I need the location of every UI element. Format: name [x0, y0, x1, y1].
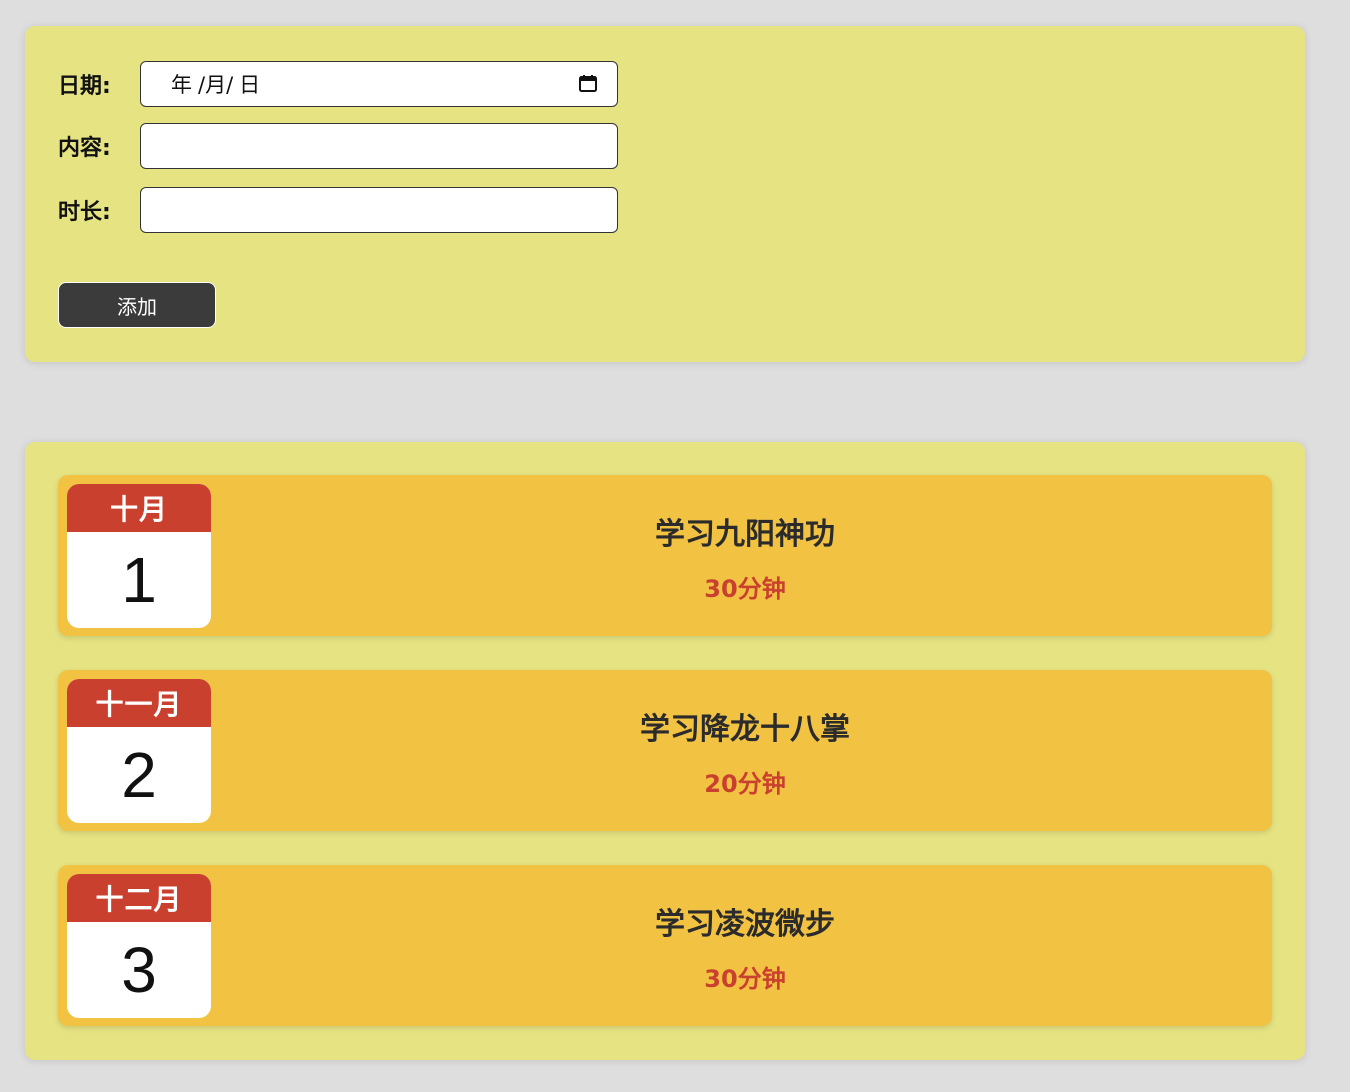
- task-title: 学习凌波微步: [655, 907, 835, 942]
- task-card: 十一月 2 学习降龙十八掌 20分钟: [58, 670, 1272, 831]
- badge-month: 十二月: [67, 874, 211, 922]
- task-title: 学习降龙十八掌: [640, 712, 850, 747]
- task-title: 学习九阳神功: [655, 517, 835, 552]
- date-month-segment[interactable]: /月/: [198, 69, 233, 99]
- task-card: 十月 1 学习九阳神功 30分钟: [58, 475, 1272, 636]
- content-input[interactable]: [140, 123, 618, 169]
- badge-month: 十月: [67, 484, 211, 532]
- task-duration: 30分钟: [704, 575, 786, 603]
- date-day-segment[interactable]: 日: [239, 69, 260, 99]
- duration-input[interactable]: [140, 187, 618, 233]
- duration-row: 时长:: [58, 186, 618, 234]
- date-year-segment[interactable]: 年: [171, 69, 192, 99]
- duration-label: 时长:: [58, 200, 111, 225]
- task-body: 学习凌波微步 30分钟: [218, 865, 1272, 1026]
- badge-month: 十一月: [67, 679, 211, 727]
- calendar-date-badge: 十一月 2: [67, 679, 211, 823]
- date-placeholder: 年 /月/ 日: [171, 69, 260, 99]
- task-card: 十二月 3 学习凌波微步 30分钟: [58, 865, 1272, 1026]
- task-duration: 20分钟: [704, 770, 786, 798]
- task-body: 学习降龙十八掌 20分钟: [218, 670, 1272, 831]
- date-input[interactable]: 年 /月/ 日: [140, 61, 618, 107]
- calendar-date-badge: 十二月 3: [67, 874, 211, 1018]
- date-row: 日期: 年 /月/ 日: [58, 60, 618, 108]
- badge-day: 1: [121, 544, 157, 616]
- calendar-date-badge: 十月 1: [67, 484, 211, 628]
- task-duration: 30分钟: [704, 965, 786, 993]
- content-row: 内容:: [58, 122, 618, 170]
- content-label: 内容:: [58, 136, 111, 161]
- date-label: 日期:: [58, 74, 111, 99]
- add-task-form: 日期: 年 /月/ 日 内容: 时长: 添加: [25, 26, 1305, 362]
- badge-day: 2: [121, 739, 157, 811]
- task-list: 十月 1 学习九阳神功 30分钟 十一月 2 学习降龙十八掌 20分钟 十二月 …: [25, 442, 1305, 1060]
- task-body: 学习九阳神功 30分钟: [218, 475, 1272, 636]
- add-button[interactable]: 添加: [58, 282, 216, 328]
- calendar-icon[interactable]: [579, 75, 597, 92]
- badge-day: 3: [121, 934, 157, 1006]
